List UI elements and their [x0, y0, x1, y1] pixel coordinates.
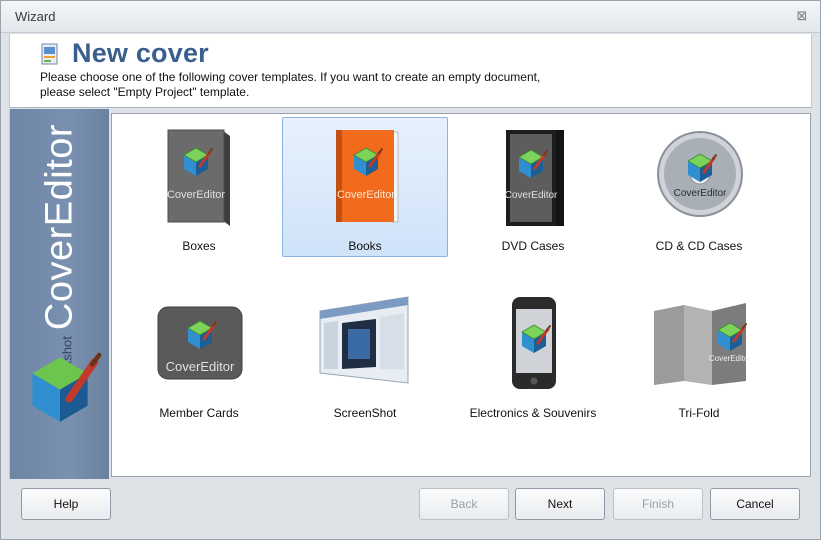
- template-electronics-souvenirs[interactable]: Electronics & Souvenirs: [450, 284, 616, 424]
- member-card-icon: CoverEditor: [157, 306, 243, 380]
- template-label: DVD Cases: [501, 239, 565, 253]
- template-books[interactable]: CoverEditor Books: [282, 117, 448, 257]
- cube-brush-logo-icon: [32, 352, 102, 422]
- trifold-brochure-icon: CoverEditor: [654, 303, 750, 385]
- box-wordmark: CoverEditor: [167, 189, 225, 201]
- trifold-wordmark: CoverEditor: [709, 354, 750, 363]
- help-button[interactable]: Help: [21, 488, 111, 520]
- template-label: Boxes: [182, 239, 216, 253]
- cover-document-icon: [41, 43, 58, 65]
- brand-sidebar: trueboxshot CoverEditor: [9, 109, 109, 479]
- template-dvd-cases[interactable]: CoverEditor DVD Cases: [450, 117, 616, 257]
- back-button[interactable]: Back: [419, 488, 509, 520]
- close-icon[interactable]: ⊠: [794, 8, 810, 24]
- box-cover-icon: CoverEditor: [167, 129, 230, 226]
- page-title: New cover: [72, 38, 209, 68]
- template-gallery: CoverEditor Boxes CoverEditor Books Cove: [111, 113, 811, 477]
- next-button[interactable]: Next: [515, 488, 605, 520]
- dvd-case-icon: CoverEditor: [505, 130, 564, 226]
- template-label: Member Cards: [159, 406, 239, 420]
- screenshot-icon: [319, 296, 409, 384]
- template-boxes[interactable]: CoverEditor Boxes: [116, 117, 282, 257]
- template-label: Books: [348, 239, 382, 253]
- wizard-footer: Help Back Next Finish Cancel: [9, 479, 812, 531]
- window-title: Wizard: [15, 9, 56, 24]
- brand-product: CoverEditor: [38, 123, 81, 331]
- template-member-cards[interactable]: CoverEditor Member Cards: [116, 284, 282, 424]
- card-wordmark: CoverEditor: [166, 359, 235, 374]
- phone-device-icon: [512, 297, 556, 389]
- book-cover-icon: CoverEditor: [336, 130, 399, 223]
- cd-wordmark: CoverEditor: [674, 188, 727, 199]
- template-screenshot[interactable]: ScreenShot: [282, 284, 448, 424]
- template-cd-cases[interactable]: CoverEditor CD & CD Cases: [616, 117, 782, 257]
- cd-disc-icon: CoverEditor: [657, 131, 743, 217]
- template-label: CD & CD Cases: [655, 239, 743, 253]
- cancel-button[interactable]: Cancel: [710, 488, 800, 520]
- template-tri-fold[interactable]: CoverEditor Tri-Fold: [616, 284, 782, 424]
- page-description: Please choose one of the following cover…: [40, 70, 541, 99]
- template-label: Tri-Fold: [678, 406, 720, 420]
- template-label: ScreenShot: [333, 406, 397, 420]
- finish-button[interactable]: Finish: [613, 488, 703, 520]
- title-bar: Wizard ⊠: [1, 1, 820, 33]
- template-label: Electronics & Souvenirs: [469, 406, 597, 420]
- dvd-wordmark: CoverEditor: [505, 190, 558, 201]
- wizard-header: New cover Please choose one of the follo…: [9, 34, 812, 108]
- wizard-window: Wizard ⊠ New cover Please choose one of …: [0, 0, 821, 540]
- book-wordmark: CoverEditor: [337, 189, 395, 201]
